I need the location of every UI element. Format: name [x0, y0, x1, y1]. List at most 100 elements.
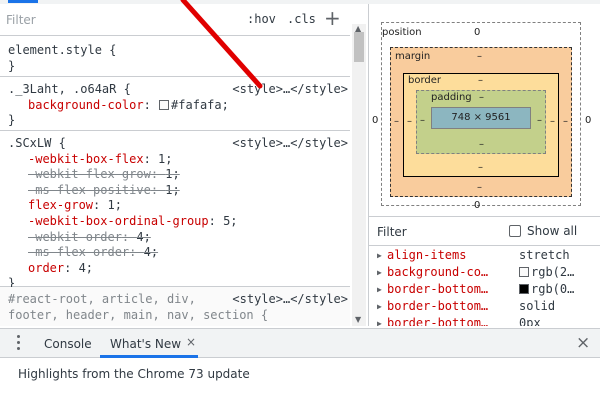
scroll-down-arrow-icon[interactable]: ▼ [355, 315, 361, 324]
property-name[interactable]: -ms-flex-order [28, 245, 129, 259]
new-style-rule-plus-icon[interactable]: + [324, 6, 341, 30]
color-swatch[interactable] [159, 99, 170, 110]
computed-property-name: border-bottom… [387, 282, 489, 296]
property-name[interactable]: -webkit-flex-grow [28, 167, 151, 181]
declaration-overridden[interactable]: -webkit-flex-grow: 1; [8, 167, 342, 183]
hov-toggle-button[interactable]: :hov [247, 12, 276, 26]
padding-left-value[interactable]: – [420, 115, 425, 126]
active-tab-underline [100, 355, 198, 358]
styles-filter-input[interactable] [6, 11, 206, 29]
style-rule: <style>…</style> #react-root, article, d… [0, 287, 350, 326]
property-name[interactable]: background-color [28, 98, 144, 112]
position-bottom-value[interactable]: 0 [474, 200, 480, 211]
computed-property-row[interactable]: ▶ background-co… rgb(2… [369, 264, 600, 281]
rule-close-brace: } [8, 58, 16, 73]
declaration[interactable]: -webkit-box-ordinal-group: 5; [8, 214, 342, 230]
property-value[interactable]: 1; [107, 198, 121, 212]
computed-property-name: border-bottom… [387, 316, 489, 326]
tab-whats-new[interactable]: What's New [110, 337, 181, 351]
computed-property-row[interactable]: ▶ border-bottom… rgb(0… [369, 281, 600, 298]
expand-triangle-icon[interactable]: ▶ [377, 298, 382, 315]
computed-property-value: solid [519, 299, 556, 313]
show-all-label: Show all [527, 224, 578, 238]
margin-label: margin [395, 51, 431, 62]
border-left-value[interactable]: – [407, 116, 412, 127]
position-top-value[interactable]: 0 [474, 27, 480, 38]
computed-property-name: background-co… [387, 265, 489, 279]
border-right-value[interactable]: – [550, 116, 555, 127]
tab-console[interactable]: Console [44, 337, 92, 351]
padding-label: padding [431, 92, 472, 103]
property-name[interactable]: flex-grow [28, 198, 93, 212]
margin-left-value[interactable]: – [394, 116, 399, 127]
declaration-overridden[interactable]: -webkit-order: 4; [8, 230, 342, 246]
computed-pane: position 0 0 0 0 margin – – – – border –… [368, 4, 600, 326]
computed-property-value: rgb(2… [531, 265, 575, 279]
styles-filter-bar: :hov .cls + [0, 4, 350, 36]
show-all-checkbox[interactable]: Show all [509, 224, 577, 238]
position-right-value[interactable]: 0 [585, 115, 591, 126]
border-bottom-value[interactable]: – [478, 162, 483, 173]
declaration-overridden[interactable]: -ms-flex-positive: 1; [8, 183, 342, 199]
close-drawer-icon[interactable]: × [576, 333, 590, 353]
margin-right-value[interactable]: – [563, 116, 568, 127]
box-model-border[interactable]: border – – – – padding – – – – 748 × 956… [403, 73, 559, 177]
drawer-menu-kebab-icon[interactable] [17, 335, 21, 351]
property-name[interactable]: -webkit-box-ordinal-group [28, 214, 209, 228]
property-value[interactable]: 4; [79, 261, 93, 275]
computed-property-row[interactable]: ▶ align-items stretch [369, 247, 600, 264]
checkbox-icon[interactable] [509, 225, 521, 237]
computed-property-row[interactable]: ▶ border-bottom… solid [369, 298, 600, 315]
padding-top-value[interactable]: – [479, 92, 484, 103]
expand-triangle-icon[interactable]: ▶ [377, 247, 382, 264]
property-value[interactable]: 4; [144, 245, 158, 259]
cls-toggle-button[interactable]: .cls [287, 12, 316, 26]
property-name[interactable]: -webkit-order [28, 230, 122, 244]
styles-scrollbar[interactable]: ▲ ▼ [352, 24, 366, 326]
position-left-value[interactable]: 0 [372, 115, 378, 126]
computed-property-name: align-items [387, 248, 467, 262]
rule-selector: footer, header, main, nav, section { [8, 307, 269, 322]
expand-triangle-icon[interactable]: ▶ [377, 281, 382, 298]
declaration[interactable]: -webkit-box-flex: 1; [8, 152, 342, 168]
padding-right-value[interactable]: – [537, 115, 542, 126]
property-value[interactable]: #fafafa; [171, 98, 229, 112]
property-name[interactable]: order [28, 261, 64, 275]
declaration[interactable]: order: 4; [8, 261, 342, 277]
declaration[interactable]: flex-grow: 1; [8, 198, 342, 214]
computed-property-name: border-bottom… [387, 299, 489, 313]
property-name[interactable]: -ms-flex-positive [28, 183, 151, 197]
box-model-content[interactable]: 748 × 9561 [431, 107, 531, 129]
computed-filter-input[interactable]: Filter [377, 225, 407, 239]
border-label: border [408, 75, 442, 86]
padding-bottom-value[interactable]: – [479, 139, 484, 150]
box-model-margin[interactable]: margin – – – – border – – – – padding – … [390, 47, 572, 197]
declaration-overridden[interactable]: -ms-flex-order: 4; [8, 245, 342, 261]
expand-triangle-icon[interactable]: ▶ [377, 315, 382, 326]
property-value[interactable]: 1; [165, 167, 179, 181]
property-value[interactable]: 4; [136, 230, 150, 244]
border-top-value[interactable]: – [478, 75, 483, 86]
declaration[interactable]: background-color: #fafafa; [8, 98, 342, 114]
position-label: position [382, 27, 422, 38]
computed-property-value: 0px [519, 316, 541, 326]
property-value[interactable]: 1; [158, 152, 172, 166]
rule-source-link[interactable]: <style>…</style> [232, 292, 348, 308]
property-value[interactable]: 1; [165, 183, 179, 197]
margin-bottom-value[interactable]: – [477, 182, 482, 193]
rule-source-link[interactable]: <style>…</style> [232, 82, 348, 98]
margin-top-value[interactable]: – [477, 51, 482, 62]
drawer-tab-bar: Console What's New × × [0, 328, 600, 358]
property-value[interactable]: 5; [223, 214, 237, 228]
box-model-padding[interactable]: padding – – – – 748 × 9561 [416, 90, 546, 154]
computed-property-value: stretch [519, 248, 570, 262]
property-name[interactable]: -webkit-box-flex [28, 152, 144, 166]
expand-triangle-icon[interactable]: ▶ [377, 264, 382, 281]
whats-new-panel: Highlights from the Chrome 73 update [0, 359, 600, 400]
scroll-thumb[interactable] [354, 32, 364, 62]
computed-property-row[interactable]: ▶ border-bottom… 0px [369, 315, 600, 326]
rule-source-link[interactable]: <style>…</style> [232, 136, 348, 152]
box-model-position[interactable]: position 0 0 0 0 margin – – – – border –… [372, 22, 591, 211]
computed-property-value-wrap: rgb(0… [519, 281, 574, 298]
close-tab-icon[interactable]: × [186, 335, 196, 349]
